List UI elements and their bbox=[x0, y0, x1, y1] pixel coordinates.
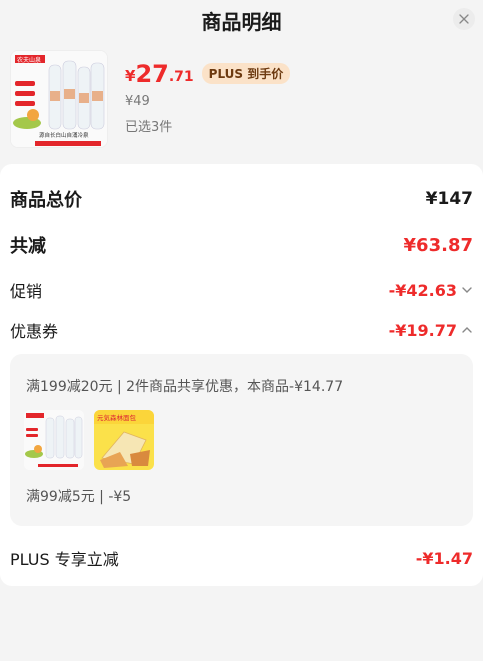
plus-discount-value: -¥1.47 bbox=[415, 548, 473, 568]
coupon-rule-2: 满99减5元 | -¥5 bbox=[26, 489, 132, 505]
coupon-item-bread-thumb[interactable]: 元気森林面包 bbox=[94, 410, 154, 470]
coupon-rule-1: 满199减20元 | 2件商品共享优惠，本商品-¥14.77 bbox=[26, 379, 344, 395]
header: 商品明细 bbox=[0, 0, 483, 42]
water-bottles-image bbox=[24, 410, 84, 470]
plus-price-badge: PLUS 到手价 bbox=[201, 63, 291, 84]
original-price: ¥49 bbox=[125, 94, 150, 109]
water-bottles-image: 农夫山泉 源自长白山自涌冷泉 bbox=[11, 51, 107, 147]
product-summary: 农夫山泉 源自长白山自涌冷泉 ¥ 27 .71 PLUS 到手价 ¥49 已选3… bbox=[10, 48, 473, 152]
coupon-value: -¥19.77 bbox=[388, 320, 457, 340]
chevron-up-icon[interactable] bbox=[461, 325, 473, 335]
product-thumbnail[interactable]: 农夫山泉 源自长白山自涌冷泉 bbox=[10, 50, 108, 148]
total-price-value: ¥147 bbox=[425, 189, 473, 209]
price-detail-panel: 商品总价 ¥147 共减 ¥63.87 促销 -¥42.63 优惠券 -¥19.… bbox=[0, 164, 483, 586]
chevron-down-icon[interactable] bbox=[461, 285, 473, 295]
total-discount-row: 共减 ¥63.87 bbox=[10, 232, 473, 258]
price-currency: ¥ bbox=[125, 67, 136, 85]
price-integer: 27 bbox=[135, 60, 169, 88]
coupon-item-water-thumb[interactable] bbox=[24, 410, 84, 470]
plus-price: ¥ 27 .71 PLUS 到手价 bbox=[125, 60, 291, 88]
plus-discount-row: PLUS 专享立减 -¥1.47 bbox=[10, 546, 473, 570]
promotion-row[interactable]: 促销 -¥42.63 bbox=[10, 278, 473, 302]
thumb-brand-text: 农夫山泉 bbox=[17, 56, 41, 64]
close-icon bbox=[459, 14, 469, 24]
promotion-label: 促销 bbox=[10, 282, 43, 301]
total-price-label: 商品总价 bbox=[10, 190, 82, 211]
coupon-row[interactable]: 优惠券 -¥19.77 bbox=[10, 318, 473, 342]
price-decimal: .71 bbox=[168, 69, 194, 85]
total-discount-value: ¥63.87 bbox=[403, 234, 473, 256]
promotion-value: -¥42.63 bbox=[388, 280, 457, 300]
total-discount-label: 共减 bbox=[10, 236, 46, 257]
bread-image: 元気森林面包 bbox=[94, 410, 154, 470]
bread-caption: 元気森林面包 bbox=[97, 413, 137, 422]
coupon-detail-box: 满199减20元 | 2件商品共享优惠，本商品-¥14.77 元気森林面包 满9… bbox=[10, 354, 473, 526]
plus-discount-label: PLUS 专享立减 bbox=[10, 550, 119, 569]
coupon-label: 优惠券 bbox=[10, 322, 59, 341]
page-title: 商品明细 bbox=[201, 10, 282, 34]
total-price-row: 商品总价 ¥147 bbox=[10, 186, 473, 212]
close-button[interactable] bbox=[453, 8, 475, 30]
thumb-caption-text: 源自长白山自涌冷泉 bbox=[39, 131, 89, 139]
selected-count: 已选3件 bbox=[125, 120, 173, 135]
